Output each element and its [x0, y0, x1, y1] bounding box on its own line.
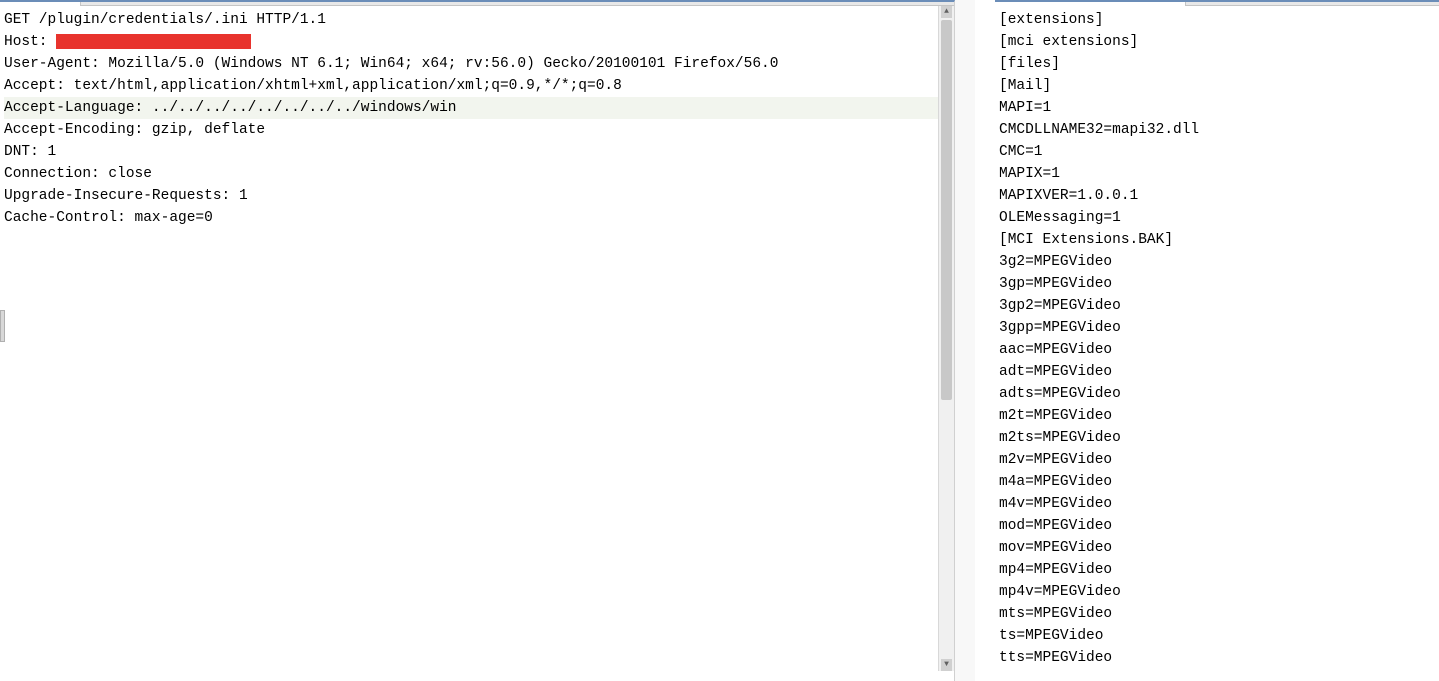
- response-line[interactable]: MAPIX=1: [999, 163, 1435, 185]
- request-line[interactable]: Upgrade-Insecure-Requests: 1: [4, 185, 950, 207]
- request-line[interactable]: Cache-Control: max-age=0: [4, 207, 950, 229]
- response-line[interactable]: m4v=MPEGVideo: [999, 493, 1435, 515]
- redacted-host: [56, 34, 251, 49]
- request-line[interactable]: Host:: [4, 31, 950, 53]
- response-line[interactable]: aac=MPEGVideo: [999, 339, 1435, 361]
- response-line[interactable]: [files]: [999, 53, 1435, 75]
- scroll-up-arrow-icon[interactable]: ▲: [941, 6, 952, 18]
- response-line[interactable]: mts=MPEGVideo: [999, 603, 1435, 625]
- scroll-thumb[interactable]: [941, 20, 952, 400]
- response-line[interactable]: [extensions]: [999, 9, 1435, 31]
- response-line[interactable]: mp4=MPEGVideo: [999, 559, 1435, 581]
- response-line[interactable]: CMC=1: [999, 141, 1435, 163]
- response-line[interactable]: ts=MPEGVideo: [999, 625, 1435, 647]
- response-line[interactable]: m2v=MPEGVideo: [999, 449, 1435, 471]
- request-line[interactable]: DNT: 1: [4, 141, 950, 163]
- response-tab-bar[interactable]: [995, 2, 1439, 6]
- response-line[interactable]: adts=MPEGVideo: [999, 383, 1435, 405]
- request-pane: GET /plugin/credentials/.ini HTTP/1.1Hos…: [0, 0, 955, 681]
- response-line[interactable]: mod=MPEGVideo: [999, 515, 1435, 537]
- response-line[interactable]: [Mail]: [999, 75, 1435, 97]
- request-line[interactable]: Connection: close: [4, 163, 950, 185]
- response-line[interactable]: adt=MPEGVideo: [999, 361, 1435, 383]
- request-line[interactable]: GET /plugin/credentials/.ini HTTP/1.1: [4, 9, 950, 31]
- response-line[interactable]: [mci extensions]: [999, 31, 1435, 53]
- split-container: GET /plugin/credentials/.ini HTTP/1.1Hos…: [0, 0, 1439, 681]
- response-line[interactable]: tts=MPEGVideo: [999, 647, 1435, 669]
- response-line[interactable]: CMCDLLNAME32=mapi32.dll: [999, 119, 1435, 141]
- scroll-down-arrow-icon[interactable]: ▼: [941, 659, 952, 671]
- request-line[interactable]: User-Agent: Mozilla/5.0 (Windows NT 6.1;…: [4, 53, 950, 75]
- response-line[interactable]: m4a=MPEGVideo: [999, 471, 1435, 493]
- splitter-handle[interactable]: [0, 310, 5, 342]
- response-line[interactable]: 3gpp=MPEGVideo: [999, 317, 1435, 339]
- response-line[interactable]: m2t=MPEGVideo: [999, 405, 1435, 427]
- response-line[interactable]: [MCI Extensions.BAK]: [999, 229, 1435, 251]
- request-text-area[interactable]: GET /plugin/credentials/.ini HTTP/1.1Hos…: [0, 6, 954, 681]
- response-line[interactable]: MAPI=1: [999, 97, 1435, 119]
- response-line[interactable]: mov=MPEGVideo: [999, 537, 1435, 559]
- response-line[interactable]: 3g2=MPEGVideo: [999, 251, 1435, 273]
- request-line[interactable]: Accept-Encoding: gzip, deflate: [4, 119, 950, 141]
- request-line[interactable]: Accept-Language: ../../../../../../../..…: [4, 97, 950, 119]
- response-line[interactable]: 3gp2=MPEGVideo: [999, 295, 1435, 317]
- response-pane: [extensions][mci extensions][files][Mail…: [995, 0, 1439, 681]
- response-line[interactable]: OLEMessaging=1: [999, 207, 1435, 229]
- response-text-area[interactable]: [extensions][mci extensions][files][Mail…: [995, 6, 1439, 681]
- response-line[interactable]: MAPIXVER=1.0.0.1: [999, 185, 1435, 207]
- response-line[interactable]: m2ts=MPEGVideo: [999, 427, 1435, 449]
- request-scrollbar[interactable]: ▲ ▼: [938, 6, 954, 671]
- response-line[interactable]: mp4v=MPEGVideo: [999, 581, 1435, 603]
- pane-gutter: [955, 0, 975, 681]
- request-tab-bar[interactable]: [0, 2, 954, 6]
- response-line[interactable]: 3gp=MPEGVideo: [999, 273, 1435, 295]
- request-line[interactable]: Accept: text/html,application/xhtml+xml,…: [4, 75, 950, 97]
